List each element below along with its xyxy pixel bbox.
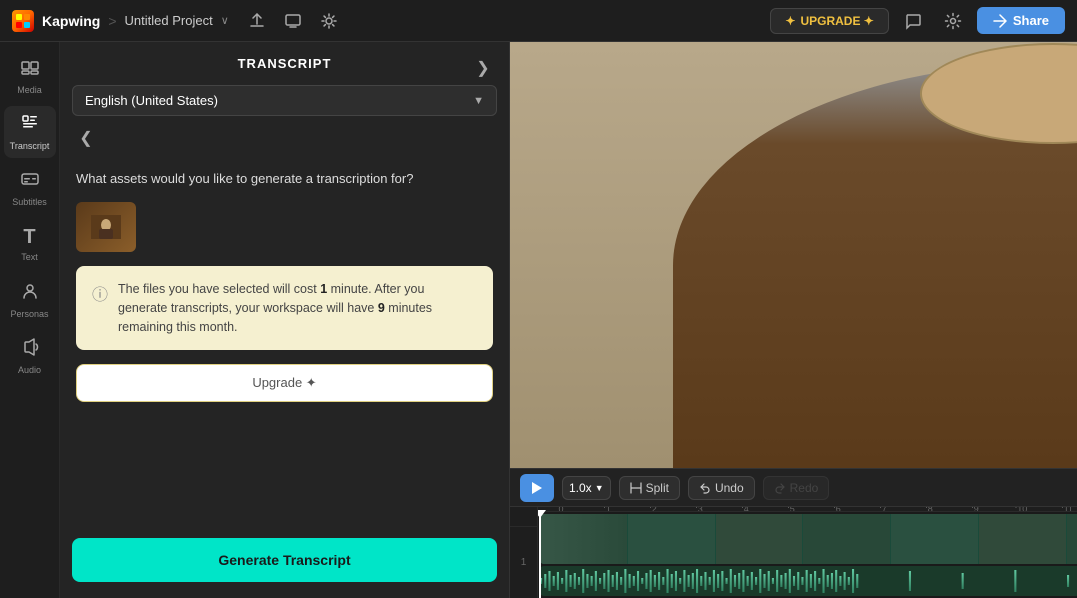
video-track[interactable]: [540, 514, 1077, 564]
cost-info-box: ⓘ The files you have selected will cost …: [76, 266, 493, 350]
transcript-back-button[interactable]: ❮: [72, 124, 100, 152]
subtitles-label: Subtitles: [12, 197, 47, 207]
timeline-content: 1 0 :1 :2 :3 :4 :5 :6 :7: [510, 507, 1077, 598]
transcript-panel: TRANSCRIPT ❯ English (United States) ▼ ❮…: [60, 42, 510, 598]
split-label: Split: [646, 481, 669, 495]
cost-info-text: The files you have selected will cost 1 …: [118, 280, 477, 336]
thumb-5: [891, 514, 979, 564]
waveform-track: [540, 566, 1077, 596]
video-container: 100% ▼: [510, 42, 1077, 468]
share-button[interactable]: Share: [977, 7, 1065, 34]
upgrade-cost-label: Upgrade ✦: [252, 375, 316, 391]
upgrade-icon: ✦: [785, 14, 795, 28]
sidebar-item-transcript[interactable]: Transcript: [4, 106, 56, 158]
left-sidebar: Media Transcript Subtitles T Text Person…: [0, 42, 60, 598]
speed-select[interactable]: 1.0x ▼: [562, 476, 611, 500]
track-labels: 1: [510, 507, 538, 598]
thumb-4: [803, 514, 891, 564]
playhead-triangle: [538, 510, 546, 518]
text-label: Text: [21, 252, 38, 262]
playback-bar: 1.0x ▼ Split Undo Redo 0:00.000: [510, 469, 1077, 507]
monitor-button[interactable]: [277, 5, 309, 37]
sidebar-item-subtitles[interactable]: Subtitles: [4, 162, 56, 214]
transcript-icon: [20, 113, 40, 138]
track-label-1: 1: [510, 527, 538, 598]
personas-icon: [20, 281, 40, 306]
audio-icon: [20, 337, 40, 362]
thumb-6: [979, 514, 1067, 564]
settings-button[interactable]: [937, 5, 969, 37]
project-name[interactable]: Untitled Project: [125, 13, 213, 28]
redo-button[interactable]: Redo: [763, 476, 830, 500]
play-button[interactable]: [520, 474, 554, 502]
media-label: Media: [17, 85, 42, 95]
topbar: Kapwing > Untitled Project ∨ ✦ UPGRADE ✦…: [0, 0, 1077, 42]
speed-label: 1.0x: [569, 481, 592, 495]
sidebar-item-media[interactable]: Media: [4, 50, 56, 102]
waveform-svg: [540, 566, 1077, 596]
transcript-title: TRANSCRIPT: [238, 56, 332, 71]
thumb-7: [1067, 514, 1077, 564]
info-icon: ⓘ: [92, 281, 108, 305]
video-area: 100% ▼: [510, 42, 1077, 598]
thumbnail-preview: [76, 202, 136, 252]
generate-transcript-button[interactable]: Generate Transcript: [72, 538, 497, 582]
upgrade-cost-button[interactable]: Upgrade ✦: [76, 364, 493, 402]
timeline-area: 1.0x ▼ Split Undo Redo 0:00.000: [510, 468, 1077, 598]
sidebar-item-text[interactable]: T Text: [4, 218, 56, 270]
transcript-label: Transcript: [10, 141, 50, 151]
media-icon: [20, 57, 40, 82]
generate-section: Generate Transcript: [60, 530, 509, 598]
transcript-close-button[interactable]: ❯: [469, 54, 497, 82]
app-logo: [12, 10, 34, 32]
personas-label: Personas: [10, 309, 48, 319]
transcript-back-row: ❮: [60, 122, 509, 158]
undo-label: Undo: [715, 481, 744, 495]
transcript-question: What assets would you like to generate a…: [76, 170, 493, 188]
tracks-container: [538, 512, 1077, 598]
project-chevron[interactable]: ∨: [221, 14, 229, 27]
audio-label: Audio: [18, 365, 41, 375]
share-label: Share: [1013, 13, 1049, 28]
main-area: Media Transcript Subtitles T Text Person…: [0, 42, 1077, 598]
app-brand: Kapwing: [42, 13, 100, 29]
sidebar-item-personas[interactable]: Personas: [4, 274, 56, 326]
upload-button[interactable]: [241, 5, 273, 37]
theme-button[interactable]: [313, 5, 345, 37]
language-select[interactable]: English (United States) ▼: [72, 85, 497, 116]
asset-selector: [76, 202, 493, 252]
undo-button[interactable]: Undo: [688, 476, 755, 500]
upgrade-button[interactable]: ✦ UPGRADE ✦: [770, 8, 888, 34]
thumb-1: [540, 514, 628, 564]
thumb-2: [628, 514, 716, 564]
comment-button[interactable]: [897, 5, 929, 37]
ruler-label-spacer: [510, 507, 538, 527]
text-icon: T: [23, 226, 35, 249]
generate-label: Generate Transcript: [218, 552, 350, 568]
language-label: English (United States): [85, 93, 218, 108]
video-thumbnail[interactable]: [76, 202, 136, 252]
language-chevron: ▼: [473, 95, 484, 107]
playhead[interactable]: [539, 512, 541, 598]
sidebar-item-audio[interactable]: Audio: [4, 330, 56, 382]
breadcrumb-sep: >: [108, 13, 116, 29]
track-area: 0 :1 :2 :3 :4 :5 :6 :7 :8 :9 :10 :11: [538, 507, 1077, 598]
thumb-3: [716, 514, 804, 564]
split-button[interactable]: Split: [619, 476, 680, 500]
upgrade-label: UPGRADE ✦: [800, 14, 873, 28]
subtitles-icon: [20, 169, 40, 194]
video-track-thumbnails: [540, 514, 1077, 564]
transcript-body: What assets would you like to generate a…: [60, 158, 509, 530]
transcript-lang-row: English (United States) ▼: [60, 79, 509, 122]
redo-label: Redo: [790, 481, 819, 495]
video-preview: [510, 42, 1077, 468]
transcript-header: TRANSCRIPT ❯: [60, 42, 509, 79]
speed-chevron: ▼: [595, 483, 604, 493]
